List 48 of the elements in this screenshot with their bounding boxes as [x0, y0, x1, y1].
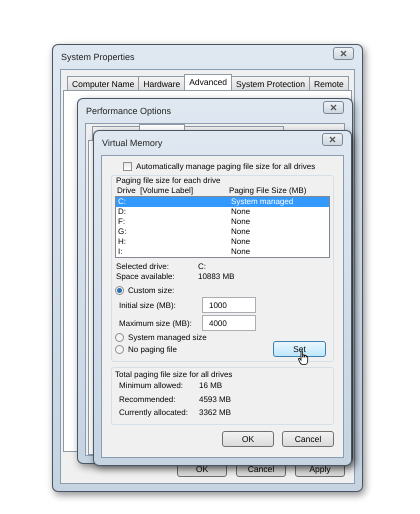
info-value: 16 MB	[199, 380, 224, 392]
radio-button[interactable]	[115, 286, 124, 295]
checkbox-label: Automatically manage paging file size for all drives	[136, 162, 316, 171]
drive-row[interactable]: G: None	[116, 227, 329, 237]
column-header: Paging File Size (MB)	[229, 186, 308, 195]
radio-button[interactable]	[115, 345, 124, 354]
radio-label: Custom size:	[128, 286, 174, 295]
window-title: System Properties	[61, 52, 135, 62]
set-button[interactable]: Set	[273, 341, 326, 357]
close-icon	[329, 136, 336, 142]
input-field[interactable]: 1000	[202, 297, 256, 313]
tab[interactable]: Advanced	[184, 74, 232, 90]
info-value: C:	[198, 262, 207, 272]
checkbox[interactable]	[123, 162, 132, 171]
close-icon	[340, 50, 347, 56]
drive-row[interactable]: I: None	[116, 247, 329, 257]
drive-row[interactable]: H: None	[116, 237, 329, 247]
info-label: Currently allocated:	[119, 407, 189, 419]
info-value: 4593 MB	[199, 394, 232, 406]
drive-row[interactable]: D: None	[116, 207, 329, 217]
window-title: Performance Options	[86, 106, 172, 116]
window-title: Virtual Memory	[102, 138, 162, 148]
input-field[interactable]: 4000	[202, 315, 256, 331]
column-header: Drive [Volume Label]	[117, 186, 194, 195]
group-title: Paging file size for each drive	[115, 176, 222, 185]
info-value: 3362 MB	[199, 407, 232, 419]
close-button[interactable]	[323, 100, 344, 114]
info-value: 10883 MB	[198, 272, 236, 282]
info-label: Selected drive:	[116, 262, 170, 272]
radio-label: No paging file	[128, 345, 177, 354]
close-button[interactable]	[322, 132, 343, 146]
tab[interactable]: System Protection	[231, 76, 310, 90]
close-icon	[330, 104, 337, 110]
dialog-button[interactable]: OK	[222, 430, 274, 446]
dialog-button[interactable]: Cancel	[282, 430, 334, 446]
close-button[interactable]	[333, 46, 354, 60]
tab[interactable]: Remote	[309, 76, 349, 90]
info-label: Minimum allowed:	[119, 380, 184, 392]
radio-label: System managed size	[128, 333, 207, 342]
group-title: Total paging file size for all drives	[115, 370, 232, 379]
field-label: Initial size (MB):	[119, 300, 177, 310]
tab[interactable]: Hardware	[138, 76, 186, 90]
radio-button[interactable]	[115, 333, 124, 342]
drive-row[interactable]: F: None	[116, 217, 329, 227]
info-label: Space available:	[116, 272, 176, 282]
field-label: Maximum size (MB):	[119, 318, 193, 328]
tab[interactable]: Computer Name	[67, 76, 140, 90]
info-label: Recommended:	[119, 394, 176, 406]
